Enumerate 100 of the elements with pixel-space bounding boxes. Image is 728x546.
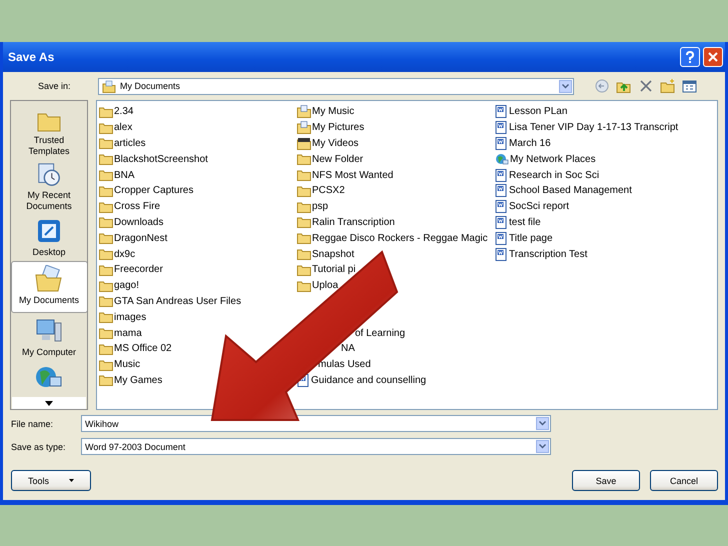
- desktop-icon: [35, 217, 63, 245]
- folder-icon: [99, 342, 113, 355]
- caret-icon: [69, 479, 74, 482]
- file-item[interactable]: NA: [341, 340, 355, 357]
- save-as-type-label: Save as type:: [11, 442, 67, 452]
- document-icon: [495, 168, 508, 182]
- file-item[interactable]: test file: [495, 214, 541, 230]
- document-icon: [495, 232, 508, 245]
- file-name-label: File name:: [11, 418, 54, 428]
- folder-icon: [99, 153, 113, 166]
- cancel-button[interactable]: Cancel: [650, 470, 718, 491]
- folder-icon: [297, 280, 311, 292]
- file-item[interactable]: psp: [297, 198, 328, 215]
- folder-icon: [99, 280, 113, 292]
- documents-folder-icon: [34, 264, 64, 293]
- file-item[interactable]: BlackshotScreenshot: [99, 151, 208, 168]
- views-icon[interactable]: [682, 78, 698, 94]
- file-item[interactable]: NFS Most Wanted: [297, 167, 394, 183]
- file-item[interactable]: My Games: [99, 372, 162, 388]
- triangle-down-icon: [45, 400, 53, 406]
- document-icon: [495, 105, 508, 118]
- file-item[interactable]: Title page: [495, 230, 553, 246]
- file-item[interactable]: Freecorder: [99, 262, 163, 278]
- file-item[interactable]: SocSci report: [495, 198, 570, 215]
- film-folder-icon: [297, 136, 311, 150]
- delete-icon[interactable]: [638, 78, 654, 94]
- folder-icon: [99, 295, 113, 308]
- file-item[interactable]: My Music: [297, 104, 354, 120]
- places-item[interactable]: My Computer: [11, 313, 87, 362]
- file-item[interactable]: mama: [99, 325, 142, 341]
- file-item[interactable]: Lesson PLan: [495, 104, 568, 120]
- places-item[interactable]: Trusted Templates: [11, 105, 87, 158]
- save-in-value: My Documents: [120, 81, 182, 91]
- chevron-down-icon: [539, 421, 546, 426]
- file-item[interactable]: My Videos: [297, 136, 359, 152]
- save-in-label: Save in:: [37, 81, 72, 91]
- help-button[interactable]: [680, 47, 700, 67]
- file-item[interactable]: Uploa: [297, 278, 338, 294]
- file-item[interactable]: BNA: [99, 167, 135, 183]
- save-as-type-dropdown[interactable]: Word 97-2003 Document: [81, 438, 551, 455]
- file-item[interactable]: Downloads: [99, 214, 164, 230]
- places-item[interactable]: Desktop: [11, 213, 87, 261]
- file-item[interactable]: My Pictures: [297, 120, 364, 136]
- document-icon: [495, 200, 508, 214]
- folder-icon: [297, 153, 311, 166]
- file-item[interactable]: 2.34: [99, 104, 134, 120]
- chevron-down-icon: [539, 444, 546, 449]
- places-item[interactable]: My Documents: [11, 260, 87, 314]
- document-icon: [495, 136, 508, 150]
- folder-icon: [297, 169, 311, 182]
- file-item[interactable]: DragonNest: [99, 230, 168, 246]
- folder-icon: [99, 327, 113, 340]
- file-item[interactable]: GTA San Andreas User Files: [99, 294, 242, 310]
- chevron-down-icon: [562, 84, 569, 88]
- file-item[interactable]: dx9c: [99, 246, 136, 262]
- file-item[interactable]: Cropper Captures: [99, 182, 194, 199]
- file-item[interactable]: images: [99, 309, 146, 326]
- folder-icon: [99, 374, 113, 386]
- folder-icon: [99, 232, 113, 244]
- file-item[interactable]: Tutorial pi: [297, 262, 356, 278]
- file-item[interactable]: Research in Soc Sci: [495, 167, 600, 183]
- file-item[interactable]: Reggae Disco Rockers - Reggae Magic: [297, 230, 488, 246]
- file-item[interactable]: MS Office 02: [99, 340, 172, 357]
- file-item[interactable]: My Network Places: [495, 151, 596, 168]
- save-button[interactable]: Save: [572, 470, 640, 491]
- tools-button[interactable]: Tools: [11, 470, 91, 491]
- dropdown-button[interactable]: [536, 440, 549, 453]
- file-item[interactable]: gago!: [99, 278, 140, 294]
- file-item[interactable]: alex: [99, 120, 132, 136]
- file-item[interactable]: Snapshot: [297, 246, 354, 262]
- file-item[interactable]: articles: [99, 136, 146, 152]
- file-item[interactable]: mulas Used: [318, 356, 371, 373]
- file-name-field[interactable]: Wikihow: [81, 415, 551, 432]
- dropdown-button[interactable]: [559, 80, 572, 92]
- window-title: Save As: [8, 50, 56, 64]
- file-item[interactable]: Lisa Tener VIP Day 1-17-13 Transcript: [495, 120, 678, 136]
- network-icon: [495, 152, 509, 166]
- new-folder-icon[interactable]: [660, 78, 676, 94]
- folder-icon: [99, 184, 113, 197]
- file-item[interactable]: School Based Management: [495, 182, 632, 199]
- file-item[interactable]: Transcription Test: [495, 246, 588, 262]
- file-item[interactable]: PCSX2: [297, 182, 345, 199]
- documents-folder-icon: [102, 80, 116, 92]
- folder-icon: [297, 248, 311, 260]
- question-mark-icon: [685, 51, 695, 63]
- scroll-down-button[interactable]: [12, 397, 86, 409]
- file-item[interactable]: Music: [99, 356, 140, 373]
- file-item[interactable]: New Folder: [297, 151, 364, 168]
- folder-icon: [99, 106, 113, 118]
- places-item[interactable]: My Recent Documents: [11, 158, 87, 213]
- save-in-dropdown[interactable]: My Documents: [98, 78, 574, 94]
- file-item[interactable]: March 16: [495, 136, 551, 152]
- file-item[interactable]: Ralin Transcription: [297, 214, 395, 230]
- pictures-folder-icon: [297, 121, 311, 134]
- file-item[interactable]: Cross Fire: [99, 198, 160, 215]
- file-item[interactable]: of Learning: [355, 325, 406, 341]
- back-icon[interactable]: [594, 78, 610, 94]
- close-button[interactable]: [703, 47, 723, 67]
- folder-icon: [297, 216, 311, 228]
- dropdown-button[interactable]: [536, 417, 549, 430]
